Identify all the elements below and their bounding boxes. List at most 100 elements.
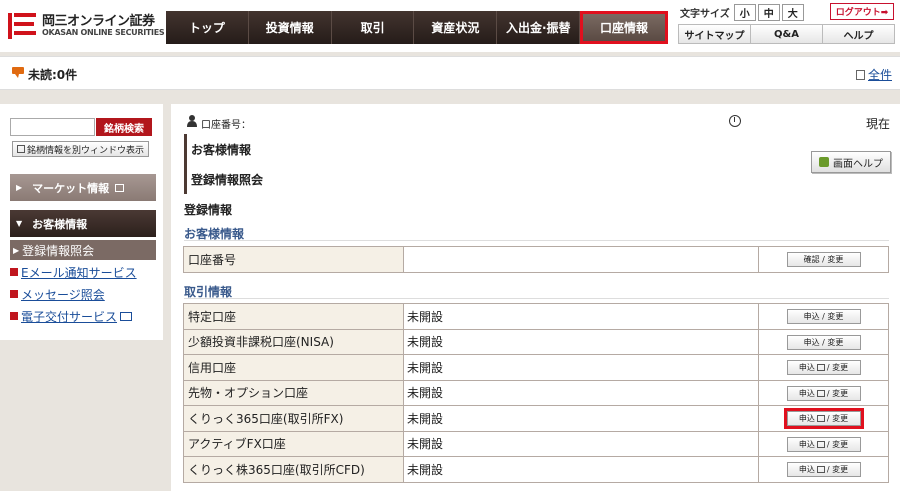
new-window-icon <box>120 311 133 321</box>
open-stock-info-window-button[interactable]: 銘柄情報を別ウィンドウ表示 <box>12 141 149 157</box>
change-label: / 変更 <box>826 414 849 424</box>
stock-search-input[interactable] <box>10 118 95 136</box>
table-row: 口座番号 確認 / 変更 <box>183 246 889 273</box>
row-label: アクティブFX口座 <box>183 430 404 457</box>
section-customer-info: お客様情報 <box>184 225 889 241</box>
apply-change-button-activefx[interactable]: 申込 / 変更 <box>786 436 861 452</box>
confirm-change-button[interactable]: 確認 / 変更 <box>786 252 861 268</box>
chevron-down-icon: ▼ <box>16 219 23 228</box>
nav-trade[interactable]: 取引 <box>331 11 415 44</box>
apply-label: 申込 <box>803 337 820 347</box>
nav-investment-info[interactable]: 投資情報 <box>248 11 332 44</box>
nav-account-info[interactable]: 口座情報 <box>580 11 668 44</box>
logo-mark-icon <box>8 13 36 39</box>
sidebar-market-info[interactable]: ▶ マーケット情報 <box>10 174 156 201</box>
row-value: 未開設 <box>403 456 759 483</box>
apply-label: 申込 <box>803 312 820 322</box>
table-row: くりっく株365口座(取引所CFD) 未開設 申込 / 変更 <box>183 456 889 483</box>
table-row: 信用口座 未開設 申込 / 変更 <box>183 354 889 381</box>
nav-top[interactable]: トップ <box>166 11 249 44</box>
sidebar: 銘柄検索 銘柄情報を別ウィンドウ表示 ▶ マーケット情報 ▼ お客様情報 ▶ 登… <box>0 104 163 340</box>
apply-change-button-futures[interactable]: 申込 / 変更 <box>786 385 861 401</box>
nav-deposit-transfer[interactable]: 入出金·振替 <box>497 11 581 44</box>
sidebar-item-e-delivery[interactable]: 電子交付サービス <box>10 306 156 326</box>
new-window-icon <box>816 440 825 448</box>
notice-bar: 未読:0件 全件 <box>0 56 900 90</box>
row-label: 少額投資非課税口座(NISA) <box>183 328 404 355</box>
new-window-icon <box>816 415 825 423</box>
logout-button[interactable]: ログアウト➡ <box>830 3 894 20</box>
row-value <box>403 246 759 273</box>
apply-change-button-margin[interactable]: 申込 / 変更 <box>786 360 861 376</box>
new-window-icon <box>816 364 825 372</box>
sidebar-customer-info[interactable]: ▼ お客様情報 <box>10 210 156 237</box>
row-label: 先物・オプション口座 <box>183 379 404 406</box>
bullet-icon <box>10 312 18 320</box>
apply-change-button-nisa[interactable]: 申込 / 変更 <box>786 334 861 350</box>
bullet-icon <box>10 290 18 298</box>
row-value: 未開設 <box>403 303 759 330</box>
table-row: 特定口座 未開設 申込 / 変更 <box>183 303 889 330</box>
registration-info-title: 登録情報 <box>184 203 233 217</box>
person-icon <box>187 115 197 127</box>
table-row: 先物・オプション口座 未開設 申込 / 変更 <box>183 379 889 406</box>
row-value: 未開設 <box>403 328 759 355</box>
sidebar-customer-info-label: お客様情報 <box>32 217 88 231</box>
chevron-right-icon: ▶ <box>13 245 20 255</box>
sidebar-market-info-label: マーケット情報 <box>32 181 110 195</box>
logo-subtitle: OKASAN ONLINE SECURITIES <box>42 28 165 37</box>
unread-count: 未読:0件 <box>28 68 78 82</box>
logo-name: 岡三オンライン証券 <box>42 14 155 29</box>
font-size-medium-button[interactable]: 中 <box>757 3 780 21</box>
row-label: 口座番号 <box>183 246 404 273</box>
screen-help-button[interactable]: 画面ヘルプ <box>811 151 891 173</box>
sidebar-item-message-inquiry[interactable]: メッセージ照会 <box>10 284 156 304</box>
apply-change-button-specific[interactable]: 申込 / 変更 <box>786 309 861 325</box>
customer-info-table: 口座番号 確認 / 変更 <box>183 246 889 273</box>
qa-link[interactable]: Q&A <box>750 24 823 44</box>
help-leaf-icon <box>819 157 829 167</box>
help-link[interactable]: ヘルプ <box>822 24 895 44</box>
apply-label: 申込 <box>798 439 815 449</box>
stock-search-button[interactable]: 銘柄検索 <box>96 118 152 136</box>
main-content: 口座番号： 現在 お客様情報 登録情報照会 画面ヘルプ 登録情報 お客様情報 口… <box>171 104 900 491</box>
sidebar-item-registration-info[interactable]: ▶ 登録情報照会 <box>10 240 156 260</box>
all-messages-link[interactable]: 全件 <box>855 66 892 83</box>
apply-change-button-click365[interactable]: 申込 / 変更 <box>783 408 864 430</box>
section-trade-info: 取引情報 <box>184 283 889 299</box>
change-label: / 変更 <box>822 337 844 347</box>
row-label: くりっく365口座(取引所FX) <box>183 405 404 432</box>
font-size-large-button[interactable]: 大 <box>781 3 804 21</box>
change-label: / 変更 <box>826 363 849 373</box>
trade-info-table: 特定口座 未開設 申込 / 変更 少額投資非課税口座(NISA) 未開設 申込 … <box>183 303 889 483</box>
page-category: お客様情報 <box>184 134 334 164</box>
account-row: 口座番号： 現在 <box>183 114 890 131</box>
apply-label: 申込 <box>798 363 815 373</box>
new-window-icon <box>855 69 865 80</box>
change-label: / 変更 <box>826 439 849 449</box>
change-label: / 変更 <box>822 312 844 322</box>
sidebar-item-label: メッセージ照会 <box>21 287 105 302</box>
sitemap-link[interactable]: サイトマップ <box>678 24 751 44</box>
utility-links: サイトマップ Q&A ヘルプ <box>678 24 895 44</box>
new-window-icon <box>16 145 25 153</box>
main-nav: トップ 投資情報 取引 資産状況 入出金·振替 口座情報 <box>166 11 668 44</box>
new-window-icon <box>115 183 125 192</box>
nav-assets[interactable]: 資産状況 <box>414 11 498 44</box>
all-messages-label: 全件 <box>867 68 892 82</box>
table-row: 少額投資非課税口座(NISA) 未開設 申込 / 変更 <box>183 328 889 355</box>
sidebar-item-email-notification[interactable]: Eメール通知サービス <box>10 262 156 282</box>
font-size-control: 文字サイズ 小 中 大 <box>680 3 806 21</box>
sidebar-item-label: Eメール通知サービス <box>21 265 137 280</box>
row-value: 未開設 <box>403 354 759 381</box>
current-time-label: 現在 <box>865 117 890 131</box>
new-window-icon <box>816 389 825 397</box>
apply-label: 申込 <box>798 414 815 424</box>
logo[interactable]: 岡三オンライン証券 OKASAN ONLINE SECURITIES <box>8 8 165 44</box>
table-row: くりっく365口座(取引所FX) 未開設 申込 / 変更 <box>183 405 889 432</box>
apply-change-button-click-kabu365[interactable]: 申込 / 変更 <box>786 462 861 478</box>
message-icon <box>12 67 24 78</box>
row-value: 未開設 <box>403 430 759 457</box>
font-size-small-button[interactable]: 小 <box>733 3 756 21</box>
clock-icon <box>729 115 741 127</box>
